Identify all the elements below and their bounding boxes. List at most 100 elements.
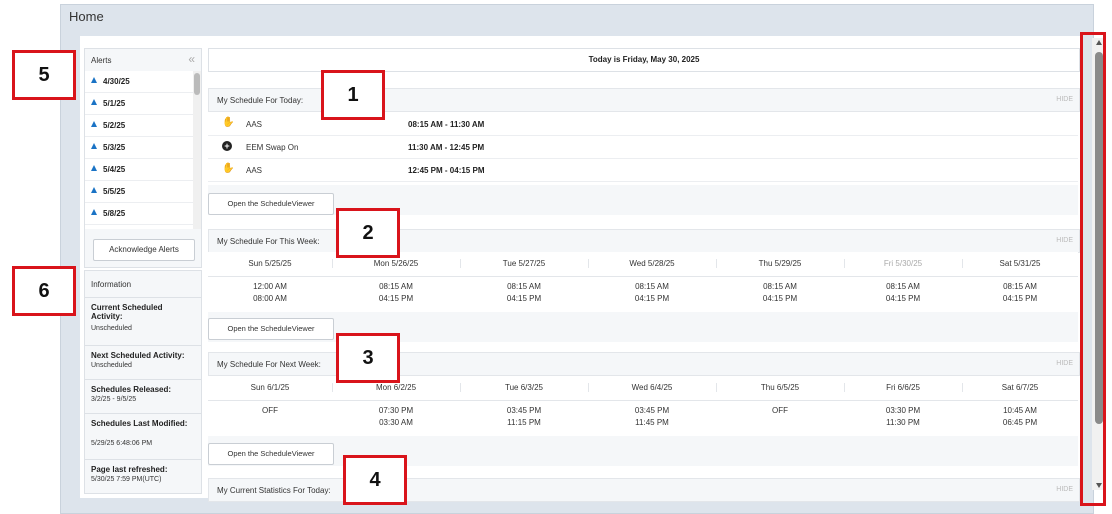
alerts-header: Alerts «: [85, 49, 201, 72]
alert-date: 5/8/25: [103, 209, 126, 218]
alert-item[interactable]: 5/2/25: [85, 115, 193, 137]
shift-cell: 03:30 PM 11:30 PM: [844, 405, 962, 429]
shift-start: 10:45 AM: [1003, 406, 1037, 415]
statistics-header: My Current Statistics For Today: HIDE: [208, 478, 1080, 502]
statistics-title: My Current Statistics For Today:: [217, 486, 331, 495]
alerts-scroll-thumb[interactable]: [194, 73, 200, 95]
alerts-scrollbar[interactable]: [193, 71, 201, 229]
shift-cell: 08:15 AM 04:15 PM: [460, 281, 588, 305]
shift-end: 04:15 PM: [506, 294, 542, 303]
shift-start: 03:45 PM: [634, 406, 670, 415]
shift-end: 11:45 PM: [635, 418, 669, 427]
shift-cell: OFF: [208, 405, 332, 417]
info-label: Schedules Last Modified:: [91, 419, 188, 428]
section-spacer: [208, 436, 1078, 466]
shift-cell: 08:15 AM 04:15 PM: [332, 281, 460, 305]
schedule-time: 12:45 PM - 04:15 PM: [408, 166, 485, 175]
shift-start: OFF: [772, 406, 788, 415]
shift-start: 08:15 AM: [763, 282, 797, 291]
acknowledge-alerts-button[interactable]: Acknowledge Alerts: [93, 239, 195, 261]
day-header-today: Fri 5/30/25: [844, 259, 963, 268]
info-page-refreshed: Page last refreshed: 5/30/25 7:59 PM(UTC…: [85, 459, 201, 492]
schedule-row: ✋ AAS 12:45 PM - 04:15 PM: [208, 159, 1078, 182]
alert-list: 4/30/25 5/1/25 5/2/25 5/3/25 5/4/25 5/5/…: [85, 71, 193, 229]
hide-link[interactable]: HIDE: [1056, 237, 1073, 244]
day-header: Thu 6/5/25: [716, 383, 845, 392]
schedule-activity: EEM Swap On: [246, 143, 299, 152]
info-label: Page last refreshed:: [91, 465, 168, 474]
open-scheduleviewer-button[interactable]: Open the ScheduleViewer: [208, 318, 334, 340]
shift-end: 04:15 PM: [762, 294, 798, 303]
shift-cell: 08:15 AM 04:15 PM: [588, 281, 716, 305]
info-current-activity: Current Scheduled Activity: Unscheduled: [85, 297, 201, 336]
info-value: 5/30/25 7:59 PM(UTC): [91, 476, 162, 483]
schedule-activity: AAS: [246, 120, 263, 129]
scrollbar-highlight-box: [1080, 32, 1106, 506]
shift-cell: 08:15 AM 04:15 PM: [962, 281, 1078, 305]
alert-item[interactable]: 5/1/25: [85, 93, 193, 115]
information-header: Information: [85, 271, 201, 295]
triangle-up-icon: [91, 209, 97, 215]
alert-item[interactable]: 5/8/25: [85, 203, 193, 225]
day-header: Tue 5/27/25: [460, 259, 589, 268]
day-header: Sat 5/31/25: [999, 259, 1041, 268]
shift-end: 04:15 PM: [885, 294, 921, 303]
info-label: Next Scheduled Activity:: [91, 351, 185, 360]
alert-item[interactable]: 5/5/25: [85, 181, 193, 203]
alert-item[interactable]: 5/4/25: [85, 159, 193, 181]
annotation-3: 3: [336, 333, 400, 383]
info-label: Current Scheduled Activity:: [91, 303, 163, 321]
shift-cell: 12:00 AM 08:00 AM: [208, 281, 332, 305]
annotation-6: 6: [12, 266, 76, 316]
info-label: Schedules Released:: [91, 385, 172, 394]
hand-icon: ✋: [222, 163, 235, 174]
information-title: Information: [91, 280, 132, 289]
alerts-title: Alerts: [91, 56, 112, 65]
alert-date: 5/1/25: [103, 99, 126, 108]
shift-end: 06:45 PM: [1002, 418, 1038, 427]
alert-date: 5/2/25: [103, 121, 126, 130]
alerts-panel: Alerts « 4/30/25 5/1/25 5/2/25 5/3/25 5/…: [84, 48, 202, 268]
double-chevron-left-icon[interactable]: «: [188, 52, 195, 66]
annotation-4: 4: [343, 455, 407, 505]
info-value: Unscheduled: [91, 362, 132, 369]
triangle-up-icon: [91, 143, 97, 149]
open-scheduleviewer-button[interactable]: Open the ScheduleViewer: [208, 193, 334, 215]
plus-circle-icon: +: [222, 141, 232, 151]
info-value: 3/2/25 - 9/5/25: [91, 396, 137, 403]
shift-end: 04:15 PM: [378, 294, 414, 303]
table-divider: [208, 276, 1078, 277]
schedule-row: + EEM Swap On 11:30 AM - 12:45 PM: [208, 136, 1078, 159]
day-header: Mon 5/26/25: [332, 259, 461, 268]
day-header: Tue 6/3/25: [460, 383, 589, 392]
info-value: 5/29/25 6:48:06 PM: [91, 440, 153, 447]
alert-item[interactable]: 5/3/25: [85, 137, 193, 159]
hide-link[interactable]: HIDE: [1056, 486, 1073, 493]
alert-date: 5/4/25: [103, 165, 126, 174]
open-scheduleviewer-button[interactable]: Open the ScheduleViewer: [208, 443, 334, 465]
schedule-activity: AAS: [246, 166, 263, 175]
hide-link[interactable]: HIDE: [1056, 96, 1073, 103]
day-header: Mon 6/2/25: [332, 383, 461, 392]
info-schedules-released: Schedules Released: 3/2/25 - 9/5/25: [85, 379, 201, 412]
shift-end: 11:30 PM: [886, 418, 920, 427]
info-next-activity: Next Scheduled Activity: Unscheduled: [85, 345, 201, 376]
triangle-up-icon: [91, 121, 97, 127]
shift-end: 04:15 PM: [1002, 294, 1038, 303]
triangle-up-icon: [91, 77, 97, 83]
hide-link[interactable]: HIDE: [1056, 360, 1073, 367]
shift-start: OFF: [262, 406, 278, 415]
shift-start: 08:15 AM: [635, 282, 669, 291]
schedule-today-title: My Schedule For Today:: [217, 96, 304, 105]
page-title: Home: [69, 9, 104, 24]
alert-item[interactable]: 4/30/25: [85, 71, 193, 93]
day-header: Sat 6/7/25: [1001, 383, 1039, 392]
annotation-1: 1: [321, 70, 385, 120]
shift-start: 08:15 AM: [1003, 282, 1037, 291]
info-schedules-modified: Schedules Last Modified: 5/29/25 6:48:06…: [85, 413, 201, 456]
schedule-time: 11:30 AM - 12:45 PM: [408, 143, 485, 152]
alert-date: 4/30/25: [103, 77, 130, 86]
shift-start: 03:45 PM: [506, 406, 542, 415]
table-divider: [208, 400, 1078, 401]
information-panel: Information Current Scheduled Activity: …: [84, 270, 202, 494]
